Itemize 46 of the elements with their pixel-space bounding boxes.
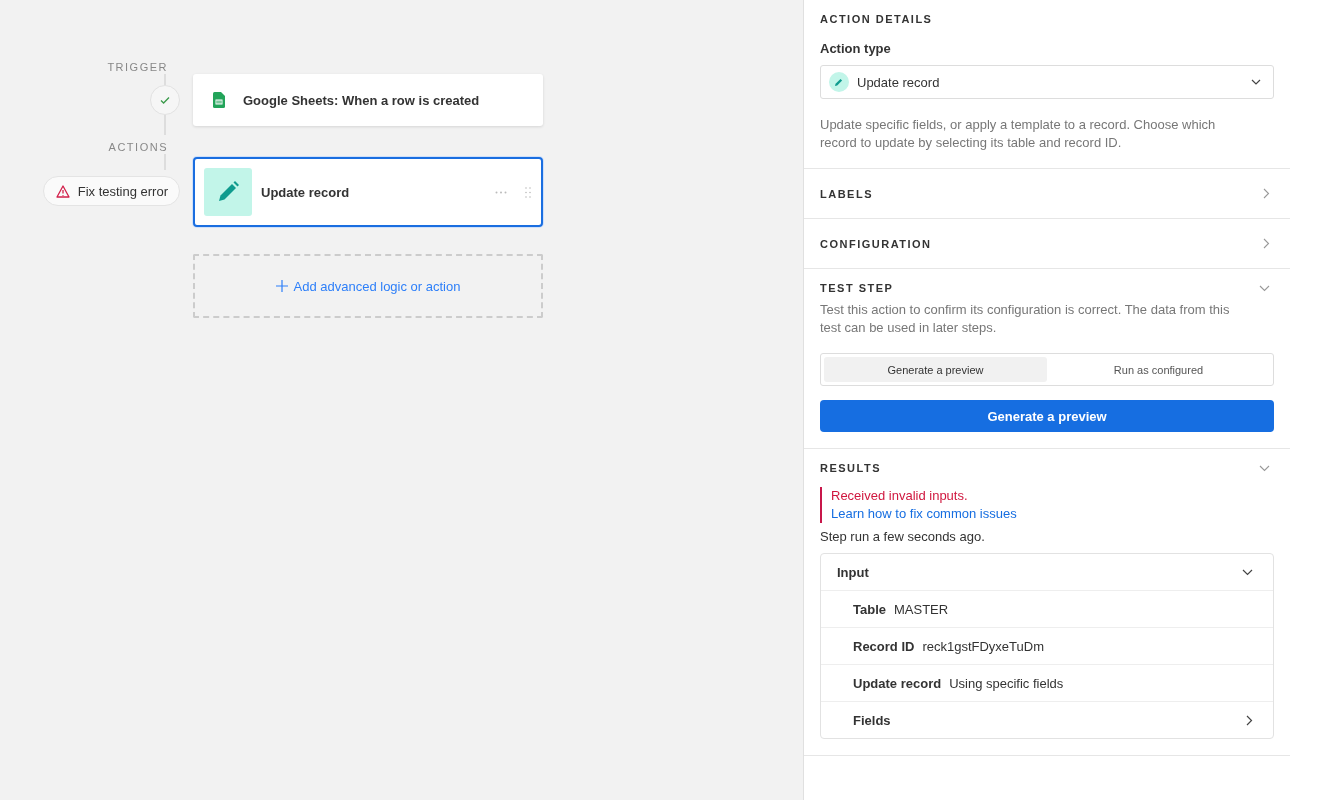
- input-row-value: Using specific fields: [949, 675, 1065, 691]
- collapsible-section[interactable]: LABELS: [804, 169, 1290, 219]
- trigger-card[interactable]: Google Sheets: When a row is created: [193, 74, 543, 126]
- input-row-label: Record ID: [853, 638, 915, 654]
- fix-error-button[interactable]: Fix testing error: [42, 176, 180, 206]
- warning-icon: [55, 184, 70, 198]
- description-text: Test this action to confirm its configuration is correct. The data from this test can be used in later steps.: [820, 301, 1231, 337]
- pencil-icon: [204, 168, 252, 216]
- drag-handle-icon[interactable]: [525, 186, 531, 198]
- input-row-value: reck1gstFDyxeTuDm: [922, 638, 1045, 654]
- input-title: Input: [837, 564, 869, 580]
- input-row-label: Table: [853, 601, 886, 617]
- mode-tab[interactable]: Generate a preview: [824, 357, 1047, 382]
- add-action-button[interactable]: Add advanced logic or action: [193, 254, 543, 318]
- spreadsheet-icon: [213, 92, 225, 108]
- section-heading: ACTION DETAILS: [820, 13, 934, 25]
- input-row-value: MASTER: [894, 601, 950, 617]
- section-heading: TEST STEP: [820, 282, 894, 294]
- description-text: Update specific fields, or apply a template to a record. Choose which record to update by selecting its table and record ID.: [820, 116, 1217, 152]
- input-header[interactable]: Input: [821, 554, 1273, 591]
- section-heading: CONFIGURATION: [820, 237, 932, 250]
- chevron-down-icon[interactable]: [1259, 464, 1270, 472]
- generate-preview-button[interactable]: Generate a preview: [820, 400, 1274, 432]
- help-link[interactable]: Learn how to fix common issues: [831, 505, 1274, 523]
- trigger-label: TRIGGER: [107, 60, 168, 74]
- error-message: Received invalid inputs.: [831, 487, 969, 505]
- action-card[interactable]: Update record: [193, 157, 543, 227]
- trigger-title: Google Sheets: When a row is created: [243, 92, 480, 108]
- dropdown-value: Update record: [857, 74, 941, 90]
- field-label: Action type: [820, 41, 892, 56]
- input-row-label: Fields: [853, 712, 891, 728]
- chevron-right-icon[interactable]: [1246, 714, 1253, 726]
- input-row-label: Update record: [853, 675, 942, 691]
- collapsible-section[interactable]: CONFIGURATION: [804, 219, 1290, 269]
- plus-icon: [275, 280, 288, 292]
- action-title: Update record: [261, 184, 351, 200]
- more-icon[interactable]: [495, 190, 507, 194]
- actions-label: ACTIONS: [108, 140, 168, 154]
- mode-tab[interactable]: Run as configured: [1047, 357, 1270, 382]
- action-type-dropdown[interactable]: Update record: [820, 65, 1274, 99]
- run-status-text: Step run a few seconds ago.: [820, 529, 986, 544]
- section-heading: RESULTS: [820, 462, 882, 474]
- pencil-icon: [829, 72, 849, 92]
- chevron-down-icon[interactable]: [1259, 284, 1270, 292]
- chevron-down-icon: [1251, 79, 1261, 85]
- section-heading: LABELS: [820, 187, 873, 200]
